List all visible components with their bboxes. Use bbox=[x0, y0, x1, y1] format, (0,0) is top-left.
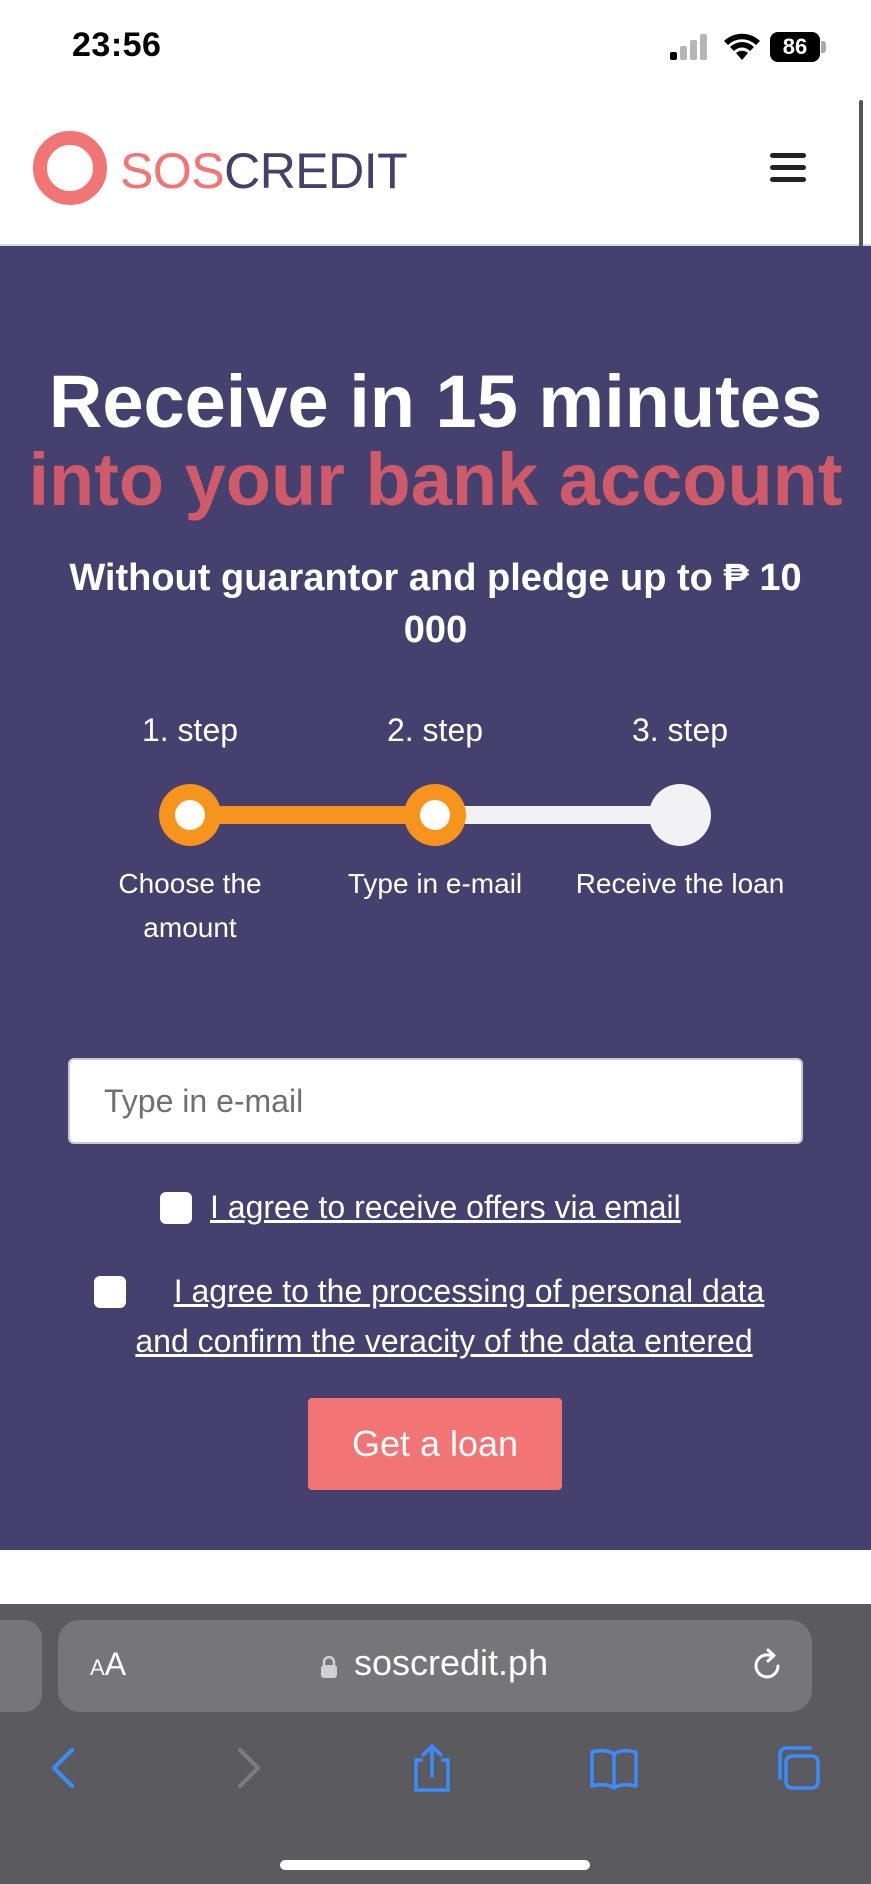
text-size-small: A bbox=[90, 1655, 105, 1680]
reload-icon[interactable] bbox=[748, 1646, 788, 1686]
step-2-description: Type in e-mail bbox=[347, 868, 523, 899]
logo-ring-icon[interactable] bbox=[30, 128, 110, 208]
battery-tip bbox=[821, 41, 826, 53]
get-loan-button[interactable]: Get a loan bbox=[308, 1398, 562, 1490]
battery-icon: 86 bbox=[770, 32, 826, 62]
hero-title-accent: into your bank account bbox=[28, 438, 843, 521]
battery-level: 86 bbox=[770, 32, 820, 62]
menu-line-icon bbox=[770, 177, 806, 182]
browser-nav-icons bbox=[0, 1742, 871, 1802]
text-size-large: A bbox=[104, 1646, 127, 1682]
previous-tab-peek[interactable] bbox=[0, 1620, 42, 1712]
status-time: 23:56 bbox=[72, 26, 162, 64]
bookmarks-icon[interactable] bbox=[588, 1742, 640, 1794]
share-icon[interactable] bbox=[406, 1742, 458, 1794]
data-consent-checkbox[interactable] bbox=[94, 1276, 126, 1308]
home-indicator[interactable] bbox=[280, 1860, 590, 1870]
step-1-label: 1. step bbox=[141, 712, 239, 748]
page-scrollbar[interactable] bbox=[859, 100, 863, 250]
status-bar: 23:56 86 bbox=[0, 0, 871, 96]
hero-section: Receive in 15 minutes into your bank acc… bbox=[0, 246, 871, 1550]
url-text: soscredit.ph bbox=[354, 1642, 549, 1683]
step-3-label: 3. step bbox=[631, 712, 729, 748]
progress-track-pending bbox=[434, 806, 680, 824]
email-input[interactable] bbox=[68, 1058, 803, 1144]
logo-credit: CREDIT bbox=[224, 143, 408, 199]
forward-icon[interactable] bbox=[222, 1742, 274, 1794]
logo[interactable]: SOSCREDIT bbox=[120, 142, 408, 200]
step-1-dot bbox=[159, 784, 221, 846]
address-bar[interactable]: AA soscredit.ph bbox=[58, 1620, 812, 1712]
menu-line-icon bbox=[770, 153, 806, 158]
lock-icon bbox=[321, 1656, 337, 1678]
data-consent-label[interactable]: I agree to the processing of personal da… bbox=[94, 1266, 794, 1366]
step-2-dot bbox=[404, 784, 466, 846]
wifi-icon bbox=[724, 33, 760, 60]
data-consent-row[interactable]: I agree to the processing of personal da… bbox=[94, 1266, 794, 1366]
step-3-description: Receive the loan bbox=[575, 868, 785, 899]
hamburger-menu-button[interactable] bbox=[770, 148, 816, 188]
step-1-description: Choose the amount bbox=[118, 868, 262, 943]
site-header: SOSCREDIT bbox=[0, 96, 871, 246]
cellular-signal-icon bbox=[670, 34, 707, 60]
logo-sos: SOS bbox=[120, 143, 225, 199]
menu-line-icon bbox=[770, 165, 806, 170]
hero-subtitle: Without guarantor and pledge up to ₱ 10 … bbox=[69, 557, 802, 651]
hero-title: Receive in 15 minutes bbox=[48, 360, 823, 443]
offers-consent-row[interactable]: I agree to receive offers via email bbox=[160, 1182, 681, 1232]
text-size-button[interactable]: AA bbox=[90, 1646, 126, 1683]
offers-consent-checkbox[interactable] bbox=[160, 1192, 192, 1224]
step-progress: 1. step 2. step 3. step Choose the amoun… bbox=[0, 712, 871, 952]
step-3-dot bbox=[649, 784, 711, 846]
progress-track-completed bbox=[190, 806, 434, 824]
step-2-label: 2. step bbox=[386, 712, 484, 748]
back-icon[interactable] bbox=[38, 1742, 90, 1794]
tabs-icon[interactable] bbox=[772, 1742, 824, 1794]
offers-consent-label[interactable]: I agree to receive offers via email bbox=[210, 1182, 681, 1232]
browser-toolbar: AA soscredit.ph bbox=[0, 1604, 871, 1884]
